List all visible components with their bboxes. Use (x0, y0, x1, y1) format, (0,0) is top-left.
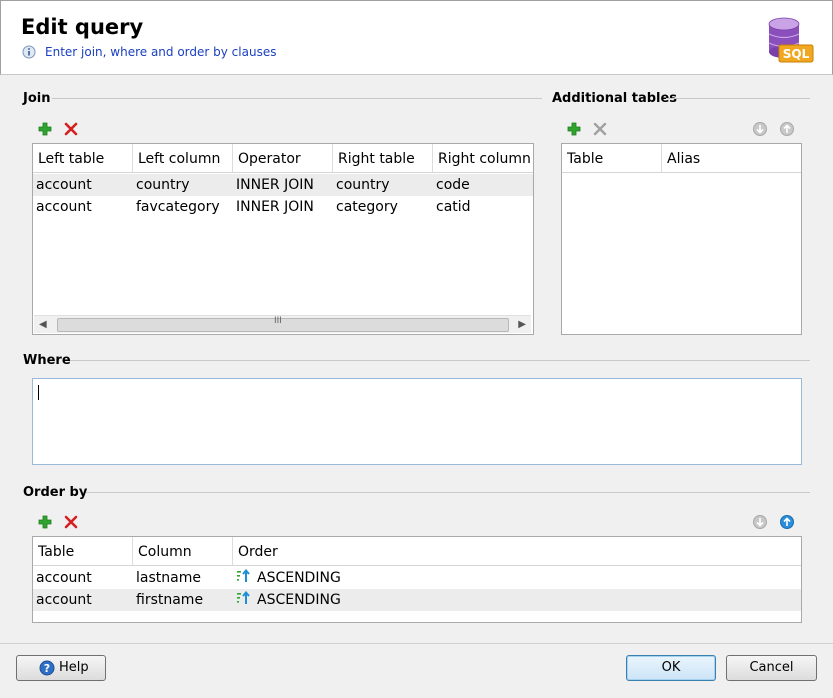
table-row[interactable]: account favcategory INNER JOIN category … (33, 196, 533, 218)
column-header-right-column[interactable]: Right column (433, 144, 533, 172)
remove-join-icon[interactable] (63, 121, 79, 137)
cell-operator: INNER JOIN (236, 177, 314, 193)
column-header-table[interactable]: Table (562, 144, 662, 172)
table-row[interactable]: account firstname ASCENDING (33, 589, 801, 611)
svg-text:?: ? (44, 662, 50, 675)
column-header-alias[interactable]: Alias (662, 144, 801, 172)
column-header-left-table[interactable]: Left table (33, 144, 133, 172)
scroll-thumb[interactable]: III (57, 316, 509, 332)
cell-table: account (36, 592, 92, 608)
sort-ascending-icon (237, 569, 250, 582)
move-up-icon[interactable] (779, 121, 795, 137)
dialog-title: Edit query (21, 15, 144, 39)
cell-left-column: country (136, 177, 190, 193)
cell-column: firstname (136, 592, 204, 608)
cell-right-table: category (336, 199, 398, 215)
cell-left-column: favcategory (136, 199, 220, 215)
additional-tables-divider (666, 98, 810, 99)
add-order-icon[interactable] (37, 514, 53, 530)
cell-operator: INNER JOIN (236, 199, 314, 215)
cell-order: ASCENDING (233, 589, 533, 611)
order-by-section-divider (86, 492, 810, 493)
svg-text:SQL: SQL (783, 47, 810, 61)
column-header-operator[interactable]: Operator (233, 144, 333, 172)
sort-ascending-icon (237, 591, 250, 604)
cancel-button[interactable]: Cancel (726, 655, 817, 681)
column-header-table[interactable]: Table (33, 537, 133, 565)
cell-column: lastname (136, 570, 201, 586)
info-icon (22, 45, 36, 59)
order-by-table[interactable]: Table Column Order account lastname ASCE… (32, 536, 802, 623)
cell-right-column: catid (436, 199, 471, 215)
order-by-section-label: Order by (23, 485, 88, 500)
cell-right-table: country (336, 177, 390, 193)
order-by-header: Table Column Order (33, 537, 801, 566)
add-table-icon[interactable] (566, 121, 582, 137)
column-header-left-column[interactable]: Left column (133, 144, 233, 172)
table-row[interactable]: account country INNER JOIN country code (33, 174, 533, 196)
additional-tables-section-label: Additional tables (552, 91, 678, 106)
order-move-up-icon[interactable] (779, 514, 795, 530)
help-icon: ? (39, 660, 55, 676)
ok-button[interactable]: OK (626, 655, 716, 681)
scroll-right-arrow-icon[interactable]: ▶ (518, 319, 526, 330)
cell-order: ASCENDING (233, 567, 533, 589)
where-clause-textarea[interactable] (32, 378, 802, 465)
order-direction: ASCENDING (257, 570, 341, 586)
footer-divider (0, 643, 833, 644)
table-row[interactable]: account lastname ASCENDING (33, 567, 801, 589)
where-section-label: Where (23, 353, 71, 368)
cell-left-table: account (36, 199, 92, 215)
cell-left-table: account (36, 177, 92, 193)
text-caret (38, 385, 39, 400)
column-header-right-table[interactable]: Right table (333, 144, 433, 172)
add-join-icon[interactable] (37, 121, 53, 137)
cell-table: account (36, 570, 92, 586)
additional-tables-header: Table Alias (562, 144, 801, 173)
column-header-order[interactable]: Order (233, 537, 801, 565)
additional-tables-table[interactable]: Table Alias (561, 143, 802, 335)
horizontal-scrollbar[interactable]: ◀ III ▶ (34, 315, 531, 333)
column-header-column[interactable]: Column (133, 537, 233, 565)
where-section-divider (70, 360, 810, 361)
order-move-down-icon[interactable] (752, 514, 768, 530)
join-table-header: Left table Left column Operator Right ta… (33, 144, 533, 173)
dialog-subtitle: Enter join, where and order by clauses (45, 45, 277, 59)
scroll-grip: III (274, 316, 282, 326)
join-section-label: Join (23, 91, 51, 106)
scroll-left-arrow-icon[interactable]: ◀ (39, 319, 47, 330)
remove-table-icon[interactable] (592, 121, 608, 137)
help-button-label: Help (59, 660, 89, 675)
join-table[interactable]: Left table Left column Operator Right ta… (32, 143, 534, 335)
cell-right-column: code (436, 177, 470, 193)
sql-database-icon: SQL (768, 17, 814, 63)
order-direction: ASCENDING (257, 592, 341, 608)
dialog-header: Edit query Enter join, where and order b… (0, 0, 833, 75)
help-button[interactable]: ? Help (16, 655, 106, 681)
remove-order-icon[interactable] (63, 514, 79, 530)
join-section-divider (52, 98, 542, 99)
move-down-icon[interactable] (752, 121, 768, 137)
